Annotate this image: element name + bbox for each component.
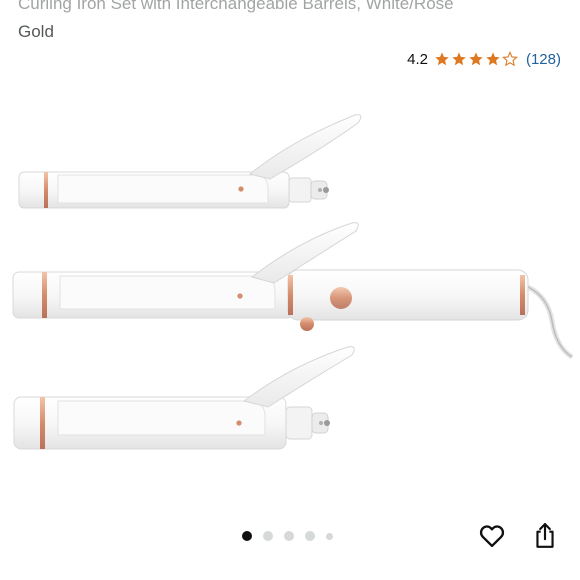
add-to-wishlist-button[interactable] bbox=[476, 520, 508, 552]
product-title-line-1: Curling Iron Set with Interchangeable Ba… bbox=[18, 0, 454, 13]
carousel-dot-5[interactable] bbox=[326, 532, 333, 540]
curling-barrel-medium bbox=[13, 346, 355, 450]
carousel-dot-3[interactable] bbox=[284, 531, 294, 541]
review-count-link[interactable]: (128) bbox=[526, 51, 561, 68]
share-icon bbox=[536, 523, 554, 548]
curling-barrel-small bbox=[18, 114, 362, 209]
product-image[interactable] bbox=[0, 95, 580, 475]
curling-barrel-large bbox=[12, 222, 574, 360]
star-full-icon bbox=[486, 52, 500, 66]
star-empty-icon bbox=[502, 51, 518, 67]
carousel-dot-1[interactable] bbox=[242, 531, 252, 541]
product-title-line-2: Gold bbox=[18, 22, 54, 41]
product-title: Curling Iron Set with Interchangeable Ba… bbox=[18, 0, 563, 46]
image-carousel-indicator[interactable] bbox=[242, 531, 333, 541]
heart-icon bbox=[479, 525, 505, 548]
rating-value: 4.2 bbox=[407, 50, 428, 68]
star-full-icon bbox=[469, 52, 483, 66]
carousel-dot-4[interactable] bbox=[305, 531, 315, 541]
star-full-icon bbox=[452, 52, 466, 66]
rating-summary[interactable]: 4.2 (128) bbox=[407, 48, 561, 70]
carousel-dot-2[interactable] bbox=[263, 531, 273, 541]
share-button[interactable] bbox=[529, 520, 561, 552]
star-rating bbox=[434, 51, 518, 67]
star-full-icon bbox=[435, 52, 449, 66]
